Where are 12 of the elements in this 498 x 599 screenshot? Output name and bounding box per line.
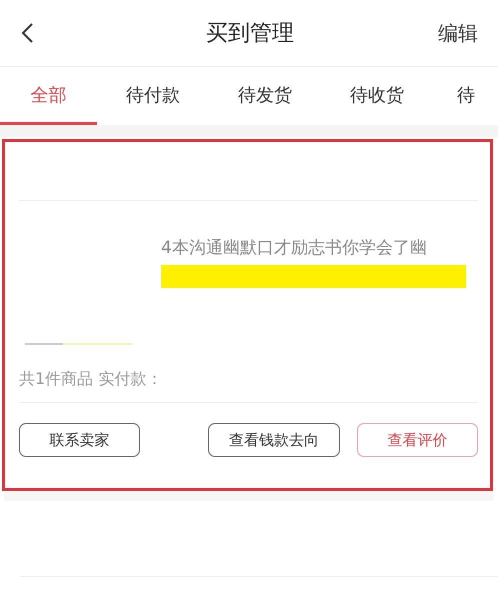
page-title: 买到管理	[206, 20, 294, 48]
order-button[interactable]: 查看钱款去向	[208, 423, 340, 457]
edit-button[interactable]: 编辑	[438, 20, 478, 46]
order-summary: 共1件商品 实付款：	[19, 369, 164, 390]
tab[interactable]: 待收货	[321, 67, 433, 125]
tab[interactable]: 待发货	[209, 67, 321, 125]
tab[interactable]: 待付款	[97, 67, 209, 125]
tab[interactable]: 待	[457, 67, 475, 125]
back-button[interactable]	[20, 22, 34, 44]
review-button[interactable]: 查看评价	[357, 423, 478, 457]
order-button[interactable]: 联系卖家	[19, 423, 140, 457]
product-title[interactable]: 4本沟通幽默口才励志书你学会了幽	[161, 236, 466, 259]
